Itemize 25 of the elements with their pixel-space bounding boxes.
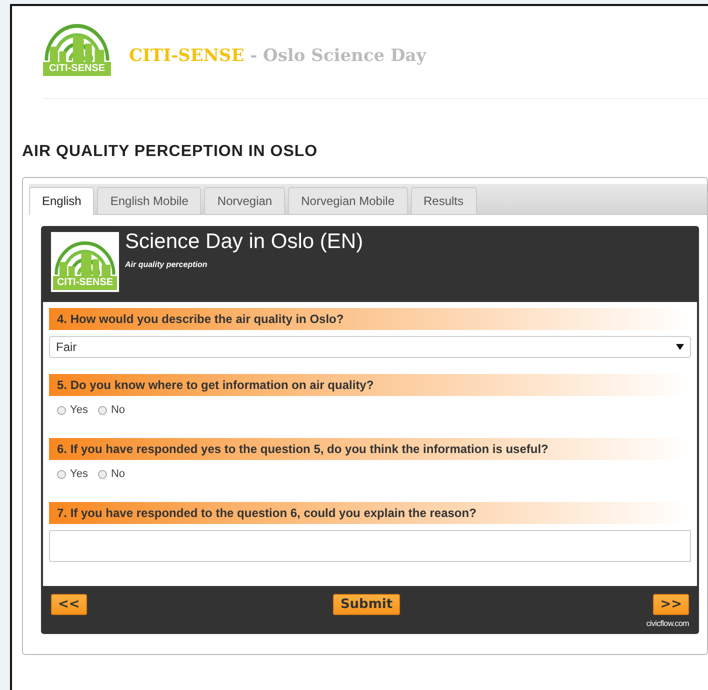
tab[interactable]: English — [29, 187, 94, 215]
submit-button[interactable]: Submit — [333, 594, 400, 615]
option-label: No — [110, 468, 126, 480]
next-button[interactable]: >> — [653, 594, 689, 615]
page-heading: AIR QUALITY PERCEPTION IN OSLO — [22, 143, 319, 161]
site-title: CITI-SENSE - Oslo Science Day — [129, 46, 426, 66]
tab[interactable]: Norvegian Mobile — [288, 187, 408, 214]
radio-button[interactable] — [98, 406, 107, 414]
survey-subtitle: Air quality perception — [125, 260, 208, 269]
logo: CITI-SENSE — [51, 232, 119, 292]
previous-button[interactable]: << — [51, 594, 87, 615]
caret-icon — [676, 344, 684, 350]
survey-title: Science Day in Oslo (EN) — [125, 230, 364, 254]
tab[interactable]: English Mobile — [97, 187, 202, 214]
option-label: Yes — [70, 404, 88, 416]
radio-button[interactable] — [57, 406, 66, 414]
radio-button[interactable] — [98, 470, 107, 478]
answer-box[interactable] — [49, 530, 691, 562]
option-label: No — [110, 404, 126, 416]
radio-button[interactable] — [57, 470, 66, 478]
tab[interactable]: Results — [410, 187, 477, 214]
option-label: Yes — [70, 468, 88, 480]
tab[interactable]: Norvegian — [204, 187, 286, 214]
dropdown[interactable]: Fair — [49, 336, 691, 358]
credit-text: civicflow.com — [646, 619, 689, 628]
